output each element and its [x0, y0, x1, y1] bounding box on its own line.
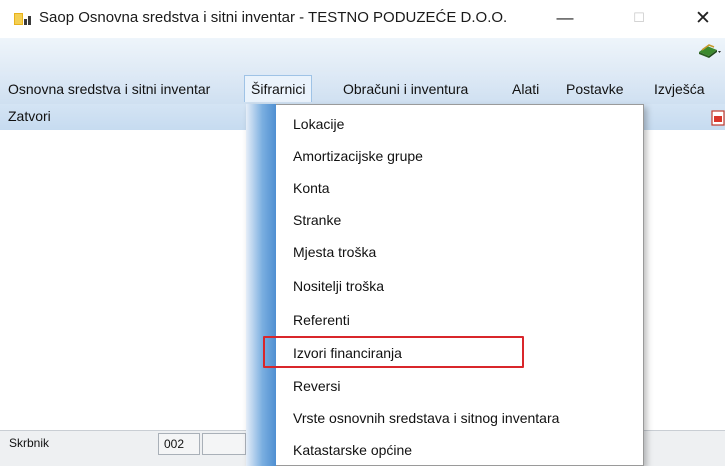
menu-item-referenti[interactable]: Referenti — [293, 311, 350, 329]
menu-item-amortizacijske-grupe[interactable]: Amortizacijske grupe — [293, 147, 423, 165]
menu-postavke[interactable]: Postavke — [566, 80, 624, 98]
menu-item-vrste-osnovnih-sredstava[interactable]: Vrste osnovnih sredstava i sitnog invent… — [293, 409, 559, 427]
close-button[interactable]: Zatvori — [8, 108, 51, 124]
menu-item-stranke[interactable]: Stranke — [293, 211, 341, 229]
menu-sifrarnici[interactable]: Šifrarnici — [244, 75, 313, 102]
maximize-button[interactable]: ☐ — [619, 4, 659, 32]
app-icon — [14, 13, 31, 25]
menu-item-lokacije[interactable]: Lokacije — [293, 115, 344, 133]
pdf-icon[interactable] — [711, 110, 725, 126]
books-icon[interactable] — [697, 42, 721, 60]
menu-alati[interactable]: Alati — [512, 80, 539, 98]
menu-item-reversi[interactable]: Reversi — [293, 377, 340, 395]
menu-item-katastarske-opcine[interactable]: Katastarske općine — [293, 441, 412, 459]
dropdown-icon-strip — [246, 104, 276, 466]
menu-izvjesca[interactable]: Izvješća — [654, 80, 705, 98]
toolbar — [0, 38, 725, 72]
menu-item-konta[interactable]: Konta — [293, 179, 330, 197]
minimize-button[interactable]: — — [545, 4, 585, 32]
status-empty-cell — [202, 433, 246, 455]
menu-item-nositelji-troska[interactable]: Nositelji troška — [293, 277, 384, 295]
status-value: 002 — [158, 433, 200, 455]
menu-osnovna-sredstva[interactable]: Osnovna sredstva i sitni inventar — [8, 80, 210, 98]
menu-item-mjesta-troska[interactable]: Mjesta troška — [293, 243, 376, 261]
status-label-skrbnik: Skrbnik — [9, 436, 50, 450]
title-bar: Saop Osnovna sredstva i sitni inventar -… — [0, 0, 725, 38]
window-title: Saop Osnovna sredstva i sitni inventar -… — [39, 9, 508, 26]
highlight-annotation — [263, 336, 524, 368]
close-window-button[interactable]: ✕ — [683, 4, 723, 32]
menu-obracuni-i-inventura[interactable]: Obračuni i inventura — [343, 80, 468, 98]
